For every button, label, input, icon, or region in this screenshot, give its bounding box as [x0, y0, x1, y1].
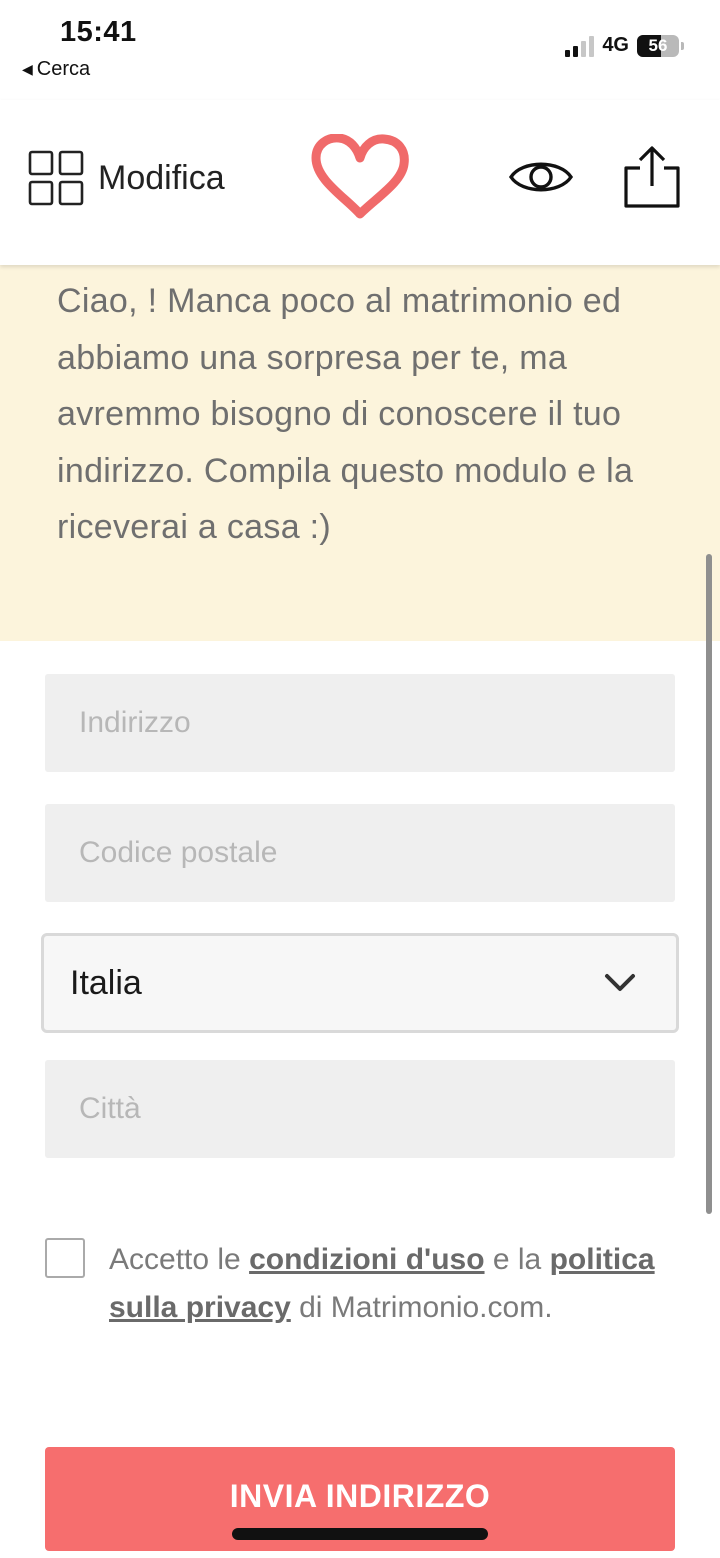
battery-level: 56	[648, 35, 668, 55]
terms-link[interactable]: condizioni d'uso	[249, 1243, 484, 1276]
back-to-search-link[interactable]: ◀ Cerca	[22, 58, 90, 81]
consent-prefix: Accetto le	[109, 1243, 241, 1276]
app-header: Modifica	[0, 100, 720, 265]
chevron-down-icon	[605, 974, 635, 991]
country-select[interactable]: Italia	[41, 933, 679, 1033]
address-input[interactable]: Indirizzo	[45, 674, 675, 772]
address-placeholder: Indirizzo	[79, 706, 191, 739]
country-value: Italia	[70, 963, 142, 1002]
status-bar: 15:41 ◀ Cerca 4G 56	[0, 0, 720, 100]
status-time: 15:41	[60, 16, 137, 48]
scrollbar[interactable]	[706, 554, 712, 1214]
back-label: Cerca	[36, 58, 91, 80]
edit-label: Modifica	[98, 158, 225, 197]
message-text: Ciao, ! Manca poco al matrimonio ed abbi…	[57, 282, 634, 546]
message-banner: Ciao, ! Manca poco al matrimonio ed abbi…	[0, 265, 720, 641]
consent-middle: e la	[492, 1243, 542, 1276]
battery-icon: 56	[637, 34, 679, 57]
share-icon[interactable]	[620, 144, 684, 210]
postal-code-placeholder: Codice postale	[79, 836, 278, 869]
postal-code-input[interactable]: Codice postale	[45, 804, 675, 902]
eye-icon[interactable]	[508, 152, 574, 202]
consent-text: Accetto le condizioni d'uso e la politic…	[109, 1236, 669, 1332]
city-input[interactable]: Città	[45, 1060, 675, 1158]
city-placeholder: Città	[79, 1092, 141, 1125]
status-indicators: 4G 56	[565, 34, 684, 57]
signal-icon	[565, 35, 595, 57]
grid-icon	[28, 150, 84, 206]
consent-checkbox[interactable]	[45, 1238, 85, 1278]
network-type: 4G	[602, 34, 629, 56]
edit-button[interactable]: Modifica	[28, 150, 225, 206]
battery-tip	[681, 41, 684, 50]
back-triangle-icon: ◀	[22, 61, 33, 77]
consent-suffix: di Matrimonio.com.	[299, 1291, 553, 1324]
heart-logo-icon	[311, 134, 409, 219]
home-indicator	[232, 1528, 488, 1540]
